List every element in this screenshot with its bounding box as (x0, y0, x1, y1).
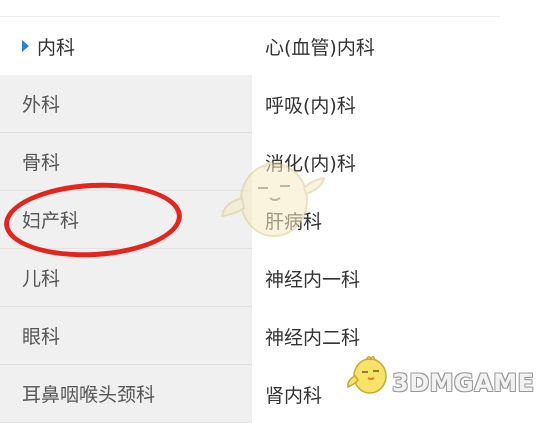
sub-department-item[interactable]: 呼吸(内)科 (252, 75, 502, 133)
sub-department-label: 心(血管)内科 (265, 36, 375, 59)
department-item-guke[interactable]: 骨科 (0, 133, 252, 191)
sub-department-list: 心(血管)内科 呼吸(内)科 消化(内)科 肝病科 神经内一科 神经内二科 肾内… (252, 17, 502, 407)
department-label: 儿科 (22, 268, 61, 290)
department-item-erbihouke[interactable]: 耳鼻咽喉头颈科 (0, 365, 252, 423)
department-label: 妇产科 (22, 210, 80, 232)
department-label: 骨科 (22, 152, 61, 174)
triangle-right-icon (22, 40, 29, 52)
sub-department-item[interactable]: 消化(内)科 (252, 133, 502, 191)
sub-department-item[interactable]: 肾内科 (252, 365, 502, 423)
department-list: 内科 外科 骨科 妇产科 儿科 眼科 耳鼻咽喉头颈科 (0, 17, 252, 423)
sub-department-item[interactable]: 神经内二科 (252, 307, 502, 365)
department-label: 耳鼻咽喉头颈科 (22, 384, 156, 406)
department-label: 外科 (22, 94, 61, 116)
sub-department-label: 肾内科 (265, 384, 323, 407)
sub-department-label: 消化(内)科 (265, 152, 356, 175)
sub-department-label: 肝病科 (265, 210, 323, 233)
sub-department-label: 呼吸(内)科 (265, 94, 356, 117)
department-item-neike[interactable]: 内科 (0, 17, 252, 75)
sub-department-item[interactable]: 心(血管)内科 (252, 17, 502, 75)
department-item-yanke[interactable]: 眼科 (0, 307, 252, 365)
department-label: 内科 (37, 36, 76, 59)
sub-department-label: 神经内一科 (265, 268, 361, 291)
department-item-erke[interactable]: 儿科 (0, 249, 252, 307)
sub-department-label: 神经内二科 (265, 326, 361, 349)
department-item-fuchanke[interactable]: 妇产科 (0, 191, 252, 249)
sub-department-item[interactable]: 肝病科 (252, 191, 502, 249)
department-label: 眼科 (22, 326, 61, 348)
department-item-waike[interactable]: 外科 (0, 75, 252, 133)
sub-department-item[interactable]: 神经内一科 (252, 249, 502, 307)
